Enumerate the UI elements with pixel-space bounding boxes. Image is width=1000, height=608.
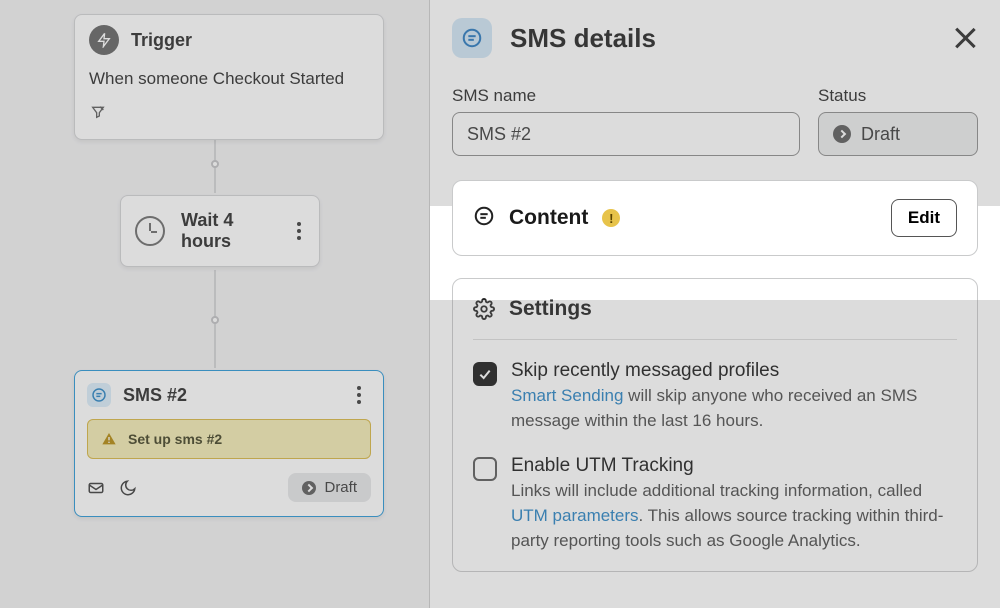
- sms-name-input[interactable]: [452, 112, 800, 156]
- envelope-icon[interactable]: [87, 479, 105, 497]
- skip-recent-checkbox[interactable]: [473, 362, 497, 386]
- panel-title: SMS details: [510, 23, 952, 54]
- sms-icon: [87, 383, 111, 407]
- sms-status-text: Draft: [324, 479, 357, 496]
- content-section: Content ! Edit: [452, 180, 978, 256]
- utm-parameters-link[interactable]: UTM parameters: [511, 506, 639, 525]
- sms-details-panel: SMS details SMS name Status Draft Conten…: [430, 0, 1000, 608]
- smart-sending-link[interactable]: Smart Sending: [511, 386, 623, 405]
- sms-name-label: SMS name: [452, 86, 800, 106]
- wait-label: Wait 4 hours: [181, 210, 287, 252]
- content-title: Content: [509, 206, 588, 230]
- draft-status-icon: [302, 481, 316, 495]
- sms-menu-button[interactable]: [347, 386, 371, 404]
- sms-card[interactable]: SMS #2 Set up sms #2 Draft: [74, 370, 384, 517]
- skip-recent-description: Smart Sending will skip anyone who recei…: [511, 384, 957, 433]
- trigger-card[interactable]: Trigger When someone Checkout Started: [74, 14, 384, 140]
- lightning-icon: [89, 25, 119, 55]
- edit-content-button[interactable]: Edit: [891, 199, 957, 237]
- filter-icon: [89, 103, 107, 121]
- clock-icon: [135, 216, 165, 246]
- sms-alert-text: Set up sms #2: [128, 431, 222, 447]
- flow-canvas: Trigger When someone Checkout Started Wa…: [0, 0, 430, 608]
- status-value: Draft: [861, 124, 900, 145]
- warning-icon: [100, 430, 118, 448]
- utm-description: Links will include additional tracking i…: [511, 479, 957, 553]
- settings-title: Settings: [509, 297, 592, 321]
- sms-card-title: SMS #2: [123, 385, 347, 406]
- sms-icon: [452, 18, 492, 58]
- skip-recent-option[interactable]: Skip recently messaged profiles Smart Se…: [473, 360, 957, 433]
- wait-menu-button[interactable]: [287, 222, 311, 240]
- utm-tracking-option[interactable]: Enable UTM Tracking Links will include a…: [473, 455, 957, 553]
- sms-setup-alert[interactable]: Set up sms #2: [87, 419, 371, 459]
- skip-recent-title: Skip recently messaged profiles: [511, 360, 957, 382]
- status-display: Draft: [818, 112, 978, 156]
- close-button[interactable]: [952, 25, 978, 51]
- wait-card[interactable]: Wait 4 hours: [120, 195, 320, 267]
- trigger-title: Trigger: [131, 30, 192, 51]
- content-warning-icon: !: [602, 209, 620, 227]
- content-icon: [473, 205, 495, 232]
- gear-icon: [473, 298, 495, 320]
- draft-status-icon: [833, 125, 851, 143]
- sms-status-badge: Draft: [288, 473, 371, 502]
- settings-section: Settings Skip recently messaged profiles…: [452, 278, 978, 572]
- add-node-dot[interactable]: [211, 160, 219, 168]
- trigger-description: When someone Checkout Started: [89, 69, 369, 89]
- add-node-dot[interactable]: [211, 316, 219, 324]
- moon-icon[interactable]: [119, 479, 137, 497]
- status-label: Status: [818, 86, 978, 106]
- utm-title: Enable UTM Tracking: [511, 455, 957, 477]
- utm-checkbox[interactable]: [473, 457, 497, 481]
